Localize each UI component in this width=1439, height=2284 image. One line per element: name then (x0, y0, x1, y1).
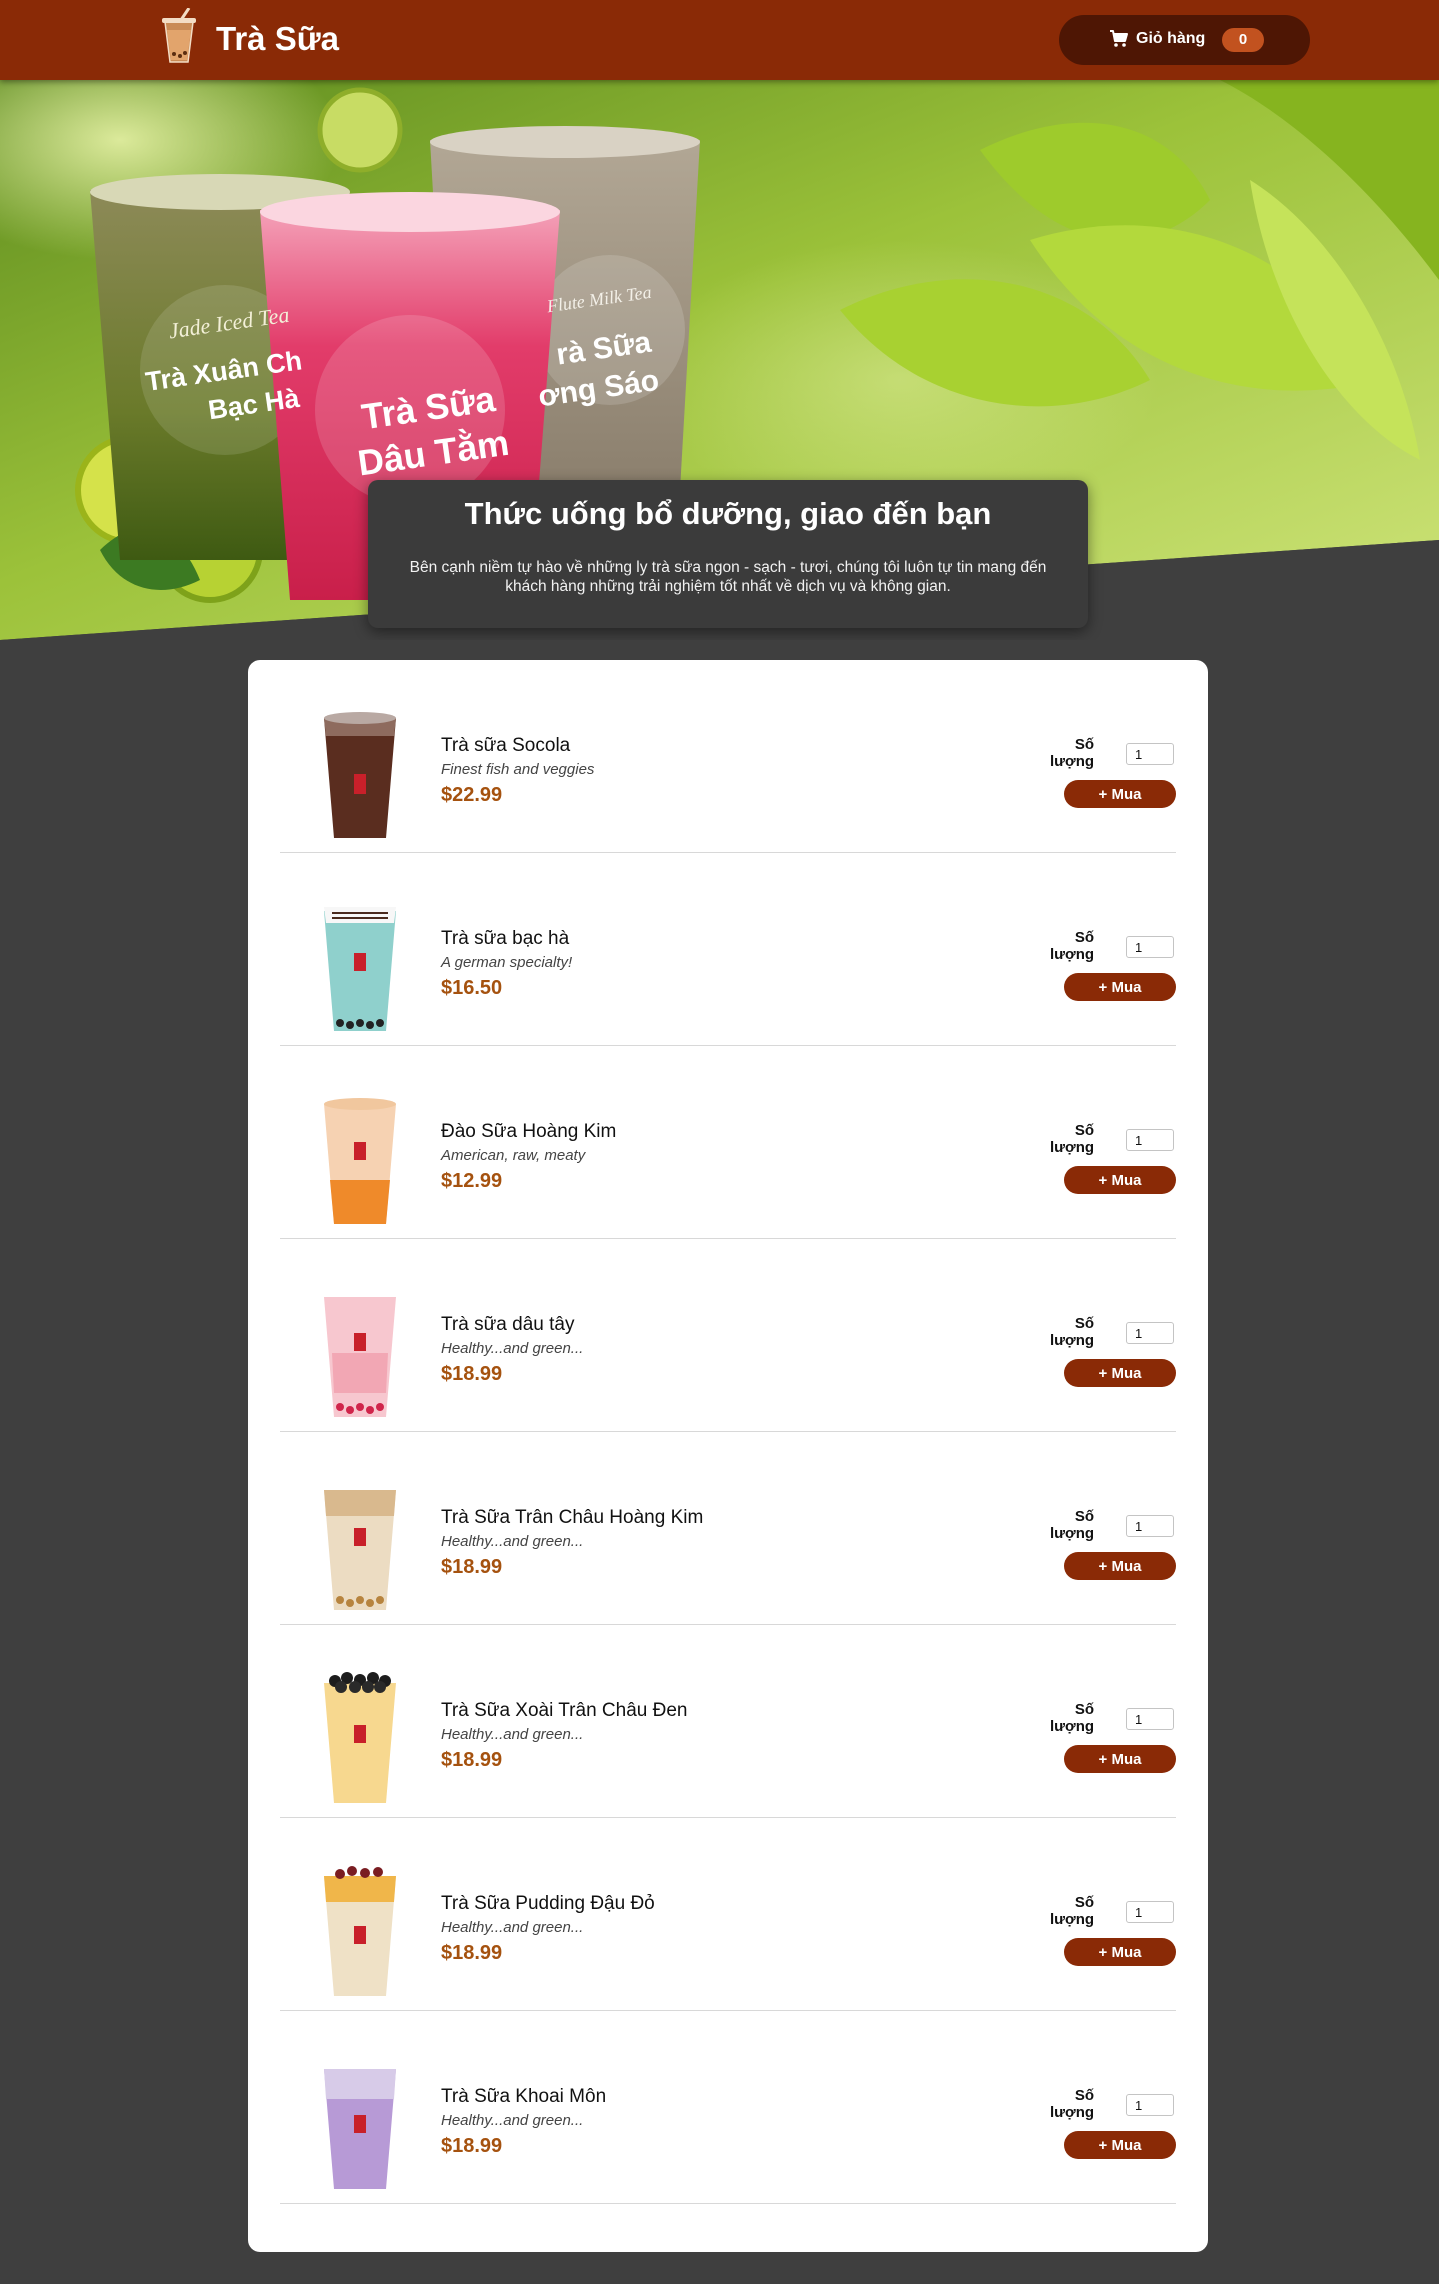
milk-tea-logo-icon[interactable] (157, 8, 201, 64)
product-name[interactable]: Trà Sữa Xoài Trân Châu Đen (441, 1700, 687, 1722)
cart-label: Giỏ hàng (1136, 30, 1206, 47)
cart-count-badge: 0 (1222, 28, 1264, 52)
buy-button[interactable]: + Mua (1064, 1938, 1176, 1966)
product-description: Healthy...and green... (441, 1340, 584, 1357)
quantity-input[interactable] (1126, 743, 1174, 765)
product-item: Trà Sữa Khoai Môn Healthy...and green...… (280, 2011, 1176, 2204)
product-list: Trà sữa Socola Finest fish and veggies $… (248, 660, 1208, 2252)
product-description: A german specialty! (441, 954, 573, 971)
product-item: Trà sữa Socola Finest fish and veggies $… (280, 660, 1176, 853)
hero-title: Thức uống bổ dưỡng, giao đến bạn (464, 496, 992, 531)
cart-button[interactable]: Giỏ hàng 0 (1059, 15, 1310, 65)
quantity-input[interactable] (1126, 1129, 1174, 1151)
product-price: $18.99 (441, 2135, 503, 2157)
product-description: American, raw, meaty (441, 1147, 586, 1164)
product-name[interactable]: Trà sữa dâu tây (441, 1314, 574, 1336)
drink-image[interactable] (310, 2055, 410, 2195)
buy-button[interactable]: + Mua (1064, 780, 1176, 808)
product-name[interactable]: Trà sữa Socola (441, 735, 570, 757)
product-name[interactable]: Trà Sữa Khoai Môn (441, 2086, 606, 2108)
product-price: $12.99 (441, 1170, 503, 1192)
drink-image[interactable] (310, 1669, 410, 1809)
quantity-label: Số lượng (1050, 2087, 1095, 2121)
product-name[interactable]: Trà sữa bạc hà (441, 928, 569, 950)
brand-name[interactable]: Trà Sữa (216, 20, 339, 58)
product-price: $18.99 (441, 1749, 503, 1771)
buy-button[interactable]: + Mua (1064, 1552, 1176, 1580)
drink-image[interactable] (310, 1862, 410, 2002)
quantity-label: Số lượng (1050, 929, 1095, 963)
quantity-input[interactable] (1126, 936, 1174, 958)
product-item: Trà Sữa Xoài Trân Châu Đen Healthy...and… (280, 1625, 1176, 1818)
product-item: Trà Sữa Trân Châu Hoàng Kim Healthy...an… (280, 1432, 1176, 1625)
product-description: Healthy...and green... (441, 1919, 584, 1936)
quantity-input[interactable] (1126, 1901, 1174, 1923)
buy-button[interactable]: + Mua (1064, 1166, 1176, 1194)
quantity-label: Số lượng (1050, 736, 1095, 770)
buy-button[interactable]: + Mua (1064, 973, 1176, 1001)
quantity-label: Số lượng (1050, 1315, 1095, 1349)
product-name[interactable]: Trà Sữa Pudding Đậu Đỏ (441, 1893, 655, 1915)
buy-button[interactable]: + Mua (1064, 2131, 1176, 2159)
product-price: $22.99 (441, 784, 503, 806)
product-price: $18.99 (441, 1556, 503, 1578)
product-item: Trà sữa dâu tây Healthy...and green... $… (280, 1239, 1176, 1432)
drink-image[interactable] (310, 1090, 410, 1230)
product-price: $16.50 (441, 977, 503, 999)
quantity-label: Số lượng (1050, 1701, 1095, 1735)
quantity-input[interactable] (1126, 1708, 1174, 1730)
quantity-input[interactable] (1126, 1515, 1174, 1537)
hero-banner: Jade Iced Tea Trà Xuân Ch Bạc Hà Trà Sữa… (0, 80, 1439, 640)
drink-image[interactable] (310, 897, 410, 1037)
product-description: Healthy...and green... (441, 1533, 584, 1550)
drink-image[interactable] (310, 1283, 410, 1423)
product-price: $18.99 (441, 1942, 503, 1964)
quantity-input[interactable] (1126, 2094, 1174, 2116)
top-navbar: Trà Sữa Giỏ hàng 0 (0, 0, 1439, 80)
shopping-cart-icon (1110, 30, 1128, 47)
quantity-label: Số lượng (1050, 1508, 1095, 1542)
quantity-input[interactable] (1126, 1322, 1174, 1344)
product-description: Healthy...and green... (441, 1726, 584, 1743)
product-name[interactable]: Đào Sữa Hoàng Kim (441, 1121, 616, 1143)
buy-button[interactable]: + Mua (1064, 1745, 1176, 1773)
drink-image[interactable] (310, 1476, 410, 1616)
product-item: Đào Sữa Hoàng Kim American, raw, meaty $… (280, 1046, 1176, 1239)
product-description: Healthy...and green... (441, 2112, 584, 2129)
drink-image[interactable] (310, 704, 410, 844)
product-name[interactable]: Trà Sữa Trân Châu Hoàng Kim (441, 1507, 703, 1529)
product-price: $18.99 (441, 1363, 503, 1385)
product-description: Finest fish and veggies (441, 761, 595, 778)
quantity-label: Số lượng (1050, 1122, 1095, 1156)
quantity-label: Số lượng (1050, 1894, 1095, 1928)
hero-card: Thức uống bổ dưỡng, giao đến bạn Bên cạn… (368, 480, 1088, 628)
hero-description: Bên cạnh niềm tự hào về những ly trà sữa… (409, 559, 1047, 595)
product-item: Trà Sữa Pudding Đậu Đỏ Healthy...and gre… (280, 1818, 1176, 2011)
buy-button[interactable]: + Mua (1064, 1359, 1176, 1387)
product-item: Trà sữa bạc hà A german specialty! $16.5… (280, 853, 1176, 1046)
